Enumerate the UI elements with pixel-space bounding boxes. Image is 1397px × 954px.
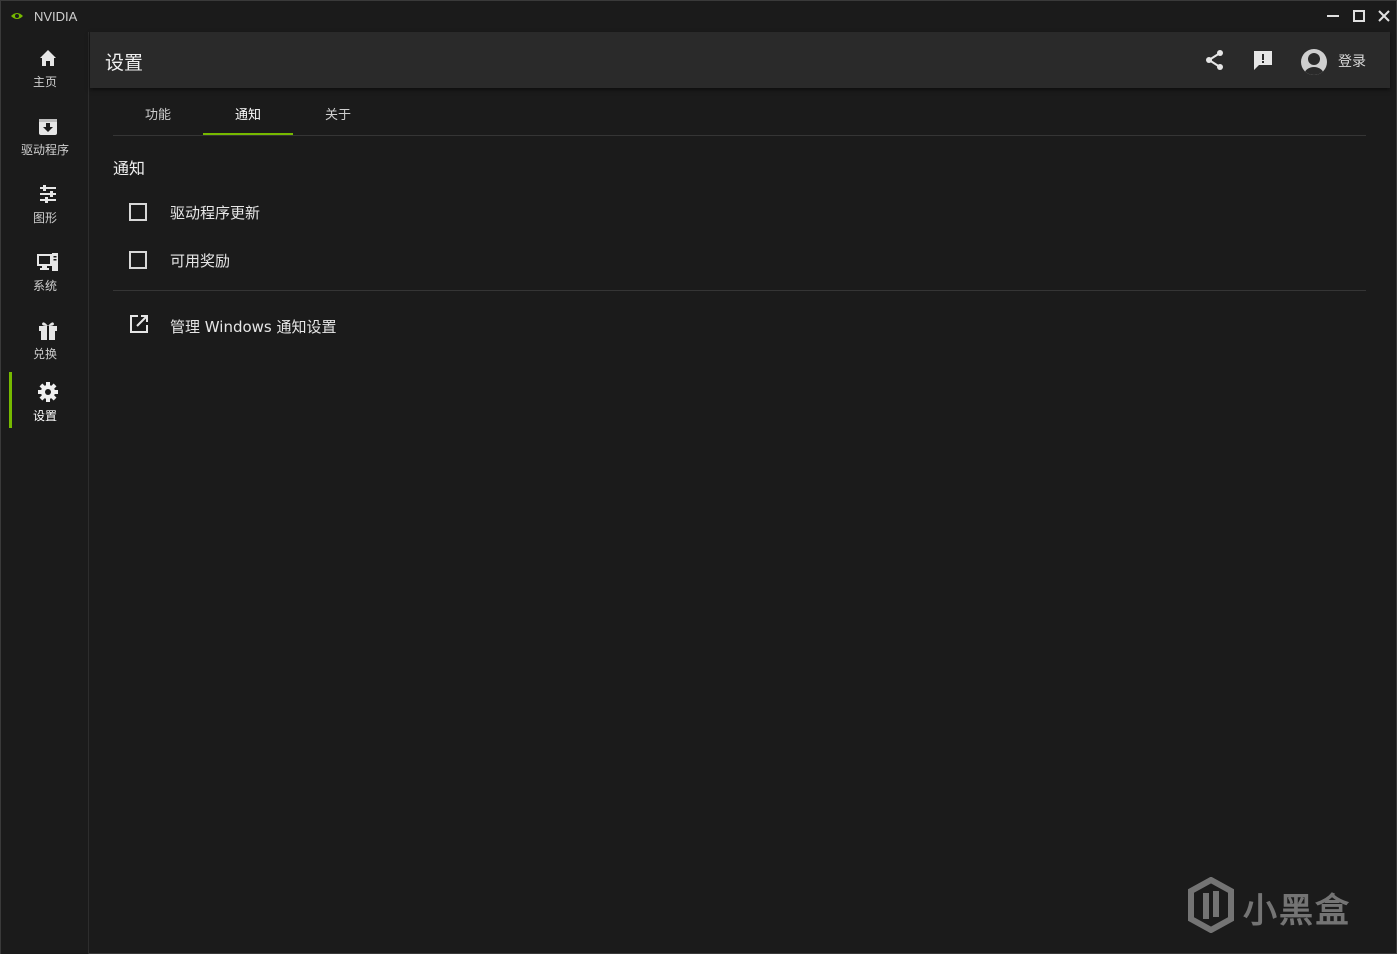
login-link[interactable]: 登录 [1338,51,1366,71]
sidebar-item-graphics[interactable]: 图形 [1,174,89,236]
watermark-logo-icon [1188,876,1234,934]
page-title: 设置 [105,52,144,74]
settings-tabs: 功能 通知 关于 [113,93,1366,136]
rewards-label: 可用奖励 [170,252,231,270]
tab-about[interactable]: 关于 [293,93,383,135]
app-window: NVIDIA 主页 驱动程序 图形 系统 兑换 设置 设置 登录 功能 通知 关… [0,0,1397,954]
sliders-icon [40,185,56,203]
minimize-button[interactable] [1324,7,1342,25]
tab-features[interactable]: 功能 [113,93,203,135]
rewards-checkbox[interactable] [129,251,147,269]
external-link-icon [130,315,148,333]
sidebar-item-home[interactable]: 主页 [1,38,89,100]
title-bar: NVIDIA [1,1,1396,32]
app-title: NVIDIA [34,9,78,24]
sidebar-item-drivers[interactable]: 驱动程序 [1,106,89,168]
feedback-icon[interactable] [1252,49,1274,71]
driver-updates-label: 驱动程序更新 [170,204,261,222]
manage-link-label: 管理 Windows 通知设置 [170,318,337,336]
system-icon [37,253,58,271]
sidebar-item-label: 系统 [32,279,57,293]
sidebar-item-label: 主页 [32,75,57,89]
tab-notifications[interactable]: 通知 [203,93,293,135]
sidebar-item-label: 兑换 [32,347,57,361]
share-icon[interactable] [1204,49,1226,71]
watermark: 小黑盒 [1187,876,1362,934]
sidebar-item-redeem[interactable]: 兑换 [1,310,89,372]
user-icon [1304,53,1324,75]
maximize-button[interactable] [1350,7,1368,25]
sidebar-item-label: 设置 [32,409,57,423]
home-icon [40,50,56,66]
driver-updates-checkbox[interactable] [129,203,147,221]
sidebar-item-label: 图形 [32,211,57,225]
sidebar: 主页 驱动程序 图形 系统 兑换 设置 [1,32,89,954]
nvidia-logo-icon [11,13,23,19]
sidebar-item-system[interactable]: 系统 [1,242,89,304]
divider [113,290,1366,291]
watermark-text: 小黑盒 [1243,891,1351,931]
section-title: 通知 [113,159,146,178]
close-button[interactable] [1375,7,1393,25]
sidebar-item-label: 驱动程序 [20,143,69,157]
download-icon [39,119,57,135]
avatar[interactable] [1301,49,1327,75]
sidebar-item-settings[interactable]: 设置 [1,372,89,434]
gift-icon [39,322,57,340]
page-header: 设置 登录 [90,32,1390,88]
gear-icon [38,382,58,402]
